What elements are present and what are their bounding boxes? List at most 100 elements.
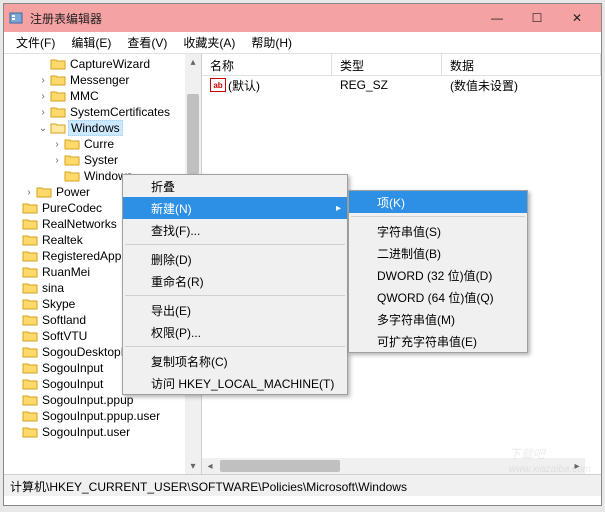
tree-item-label: CaptureWizard	[68, 57, 152, 71]
statusbar: 计算机\HKEY_CURRENT_USER\SOFTWARE\Policies\…	[4, 474, 601, 496]
folder-icon	[22, 217, 38, 231]
menu-separator	[351, 216, 525, 217]
menu-item[interactable]: 二进制值(B)	[349, 242, 527, 264]
expand-icon[interactable]: ›	[52, 155, 62, 166]
folder-icon	[22, 201, 38, 215]
expand-icon[interactable]: ⌄	[38, 123, 48, 134]
tree-item[interactable]: ⌄ Windows	[4, 120, 201, 136]
folder-icon	[50, 57, 66, 71]
folder-icon	[22, 313, 38, 327]
folder-icon	[22, 297, 38, 311]
menu-item-label: DWORD (32 位)值(D)	[377, 267, 492, 284]
tree-item[interactable]: SogouInput.ppup.user	[4, 408, 201, 424]
menu-item[interactable]: 收藏夹(A)	[175, 32, 243, 53]
h-scroll-thumb[interactable]	[220, 460, 340, 472]
menu-item[interactable]: 访问 HKEY_LOCAL_MACHINE(T)	[123, 372, 347, 394]
tree-item-label: Realtek	[40, 233, 85, 247]
menu-item[interactable]: DWORD (32 位)值(D)	[349, 264, 527, 286]
expand-icon[interactable]: ›	[38, 107, 48, 118]
menu-item[interactable]: 新建(N)▸	[123, 197, 347, 219]
folder-icon	[22, 345, 38, 359]
tree-item[interactable]: › Syster	[4, 152, 201, 168]
col-type[interactable]: 类型	[332, 54, 442, 75]
folder-icon	[64, 169, 80, 183]
tree-item-label: sina	[40, 281, 66, 295]
folder-icon	[64, 137, 80, 151]
menu-item-label: 查找(F)...	[151, 222, 200, 239]
context-menu[interactable]: 折叠新建(N)▸ 查找(F)... 删除(D) 重命名(R) 导出(E)权限(P)...…	[122, 174, 348, 395]
menu-item[interactable]: 帮助(H)	[243, 32, 300, 53]
menu-item[interactable]: 查找(F)...	[123, 219, 347, 241]
tree-item-label: Power	[54, 185, 92, 199]
scroll-left-icon[interactable]: ◂	[202, 458, 218, 474]
menu-item-label: 项(K)	[377, 194, 405, 211]
folder-icon	[64, 153, 80, 167]
scroll-right-icon[interactable]: ▸	[569, 458, 585, 474]
expand-icon[interactable]: ›	[38, 75, 48, 86]
string-value-icon: ab	[210, 78, 226, 92]
expand-icon[interactable]: ›	[24, 187, 34, 198]
menu-item[interactable]: 权限(P)...	[123, 321, 347, 343]
window-title: 注册表编辑器	[30, 10, 477, 27]
tree-item-label: Skype	[40, 297, 77, 311]
menu-item[interactable]: 重命名(R)	[123, 270, 347, 292]
value-data: (数值未设置)	[442, 77, 526, 94]
tree-item-label: SogouInput.user	[40, 425, 132, 439]
menu-item[interactable]: 折叠	[123, 175, 347, 197]
col-name[interactable]: 名称	[202, 54, 332, 75]
menu-item[interactable]: 删除(D)	[123, 248, 347, 270]
menu-item[interactable]: 导出(E)	[123, 299, 347, 321]
expand-icon[interactable]: ›	[52, 139, 62, 150]
expand-icon[interactable]: ›	[38, 91, 48, 102]
maximize-button[interactable]: ☐	[517, 4, 557, 32]
tree-item-label: PureCodec	[40, 201, 104, 215]
tree-item[interactable]: SogouInput.user	[4, 424, 201, 440]
tree-item-label: SogouInput.ppup.user	[40, 409, 162, 423]
tree-item[interactable]: › MMC	[4, 88, 201, 104]
tree-item[interactable]: ›Curre	[4, 136, 201, 152]
folder-icon	[36, 185, 52, 199]
col-data[interactable]: 数据	[442, 54, 601, 75]
menubar: 文件(F)编辑(E)查看(V)收藏夹(A)帮助(H)	[4, 32, 601, 54]
tree-item-label: Syster	[82, 153, 120, 167]
menu-item[interactable]: QWORD (64 位)值(Q)	[349, 286, 527, 308]
regedit-window: 注册表编辑器 — ☐ ✕ 文件(F)编辑(E)查看(V)收藏夹(A)帮助(H) …	[3, 3, 602, 506]
menu-item[interactable]: 文件(F)	[8, 32, 63, 53]
scroll-thumb[interactable]	[187, 94, 199, 174]
value-name: (默认)	[228, 77, 260, 94]
list-header[interactable]: 名称 类型 数据	[202, 54, 601, 76]
tree-item[interactable]: ›SystemCertificates	[4, 104, 201, 120]
tree-item[interactable]: ›Messenger	[4, 72, 201, 88]
menu-item[interactable]: 可扩充字符串值(E)	[349, 330, 527, 352]
tree-item[interactable]: CaptureWizard	[4, 56, 201, 72]
menu-item[interactable]: 复制项名称(C)	[123, 350, 347, 372]
menu-item[interactable]: 多字符串值(M)	[349, 308, 527, 330]
tree-item-label: Windows	[68, 120, 123, 136]
folder-icon	[22, 281, 38, 295]
folder-icon	[22, 425, 38, 439]
folder-icon	[50, 89, 66, 103]
scroll-down-icon[interactable]: ▾	[185, 458, 201, 474]
close-button[interactable]: ✕	[557, 4, 597, 32]
titlebar[interactable]: 注册表编辑器 — ☐ ✕	[4, 4, 601, 32]
new-submenu[interactable]: 项(K) 字符串值(S)二进制值(B) DWORD (32 位)值(D) QWORD …	[348, 190, 528, 353]
folder-icon	[22, 249, 38, 263]
menu-item-label: 重命名(R)	[151, 273, 204, 290]
folder-icon	[22, 361, 38, 375]
folder-icon	[50, 105, 66, 119]
tree-item-label: MMC	[68, 89, 101, 103]
menu-item-label: 多字符串值(M)	[377, 311, 455, 328]
folder-icon	[22, 377, 38, 391]
tree-item-label: RuanMei	[40, 265, 92, 279]
menu-item[interactable]: 查看(V)	[119, 32, 175, 53]
menu-item-label: QWORD (64 位)值(Q)	[377, 289, 494, 306]
scroll-up-icon[interactable]: ▴	[185, 54, 201, 70]
minimize-button[interactable]: —	[477, 4, 517, 32]
tree-item-label: SogouInput	[40, 377, 105, 391]
list-h-scrollbar[interactable]: ◂ ▸	[202, 458, 585, 474]
list-item[interactable]: ab (默认) REG_SZ (数值未设置)	[202, 76, 601, 94]
menu-item[interactable]: 字符串值(S)	[349, 220, 527, 242]
menu-item[interactable]: 项(K)	[349, 191, 527, 213]
menu-item-label: 访问 HKEY_LOCAL_MACHINE(T)	[151, 375, 334, 392]
menu-item[interactable]: 编辑(E)	[63, 32, 119, 53]
